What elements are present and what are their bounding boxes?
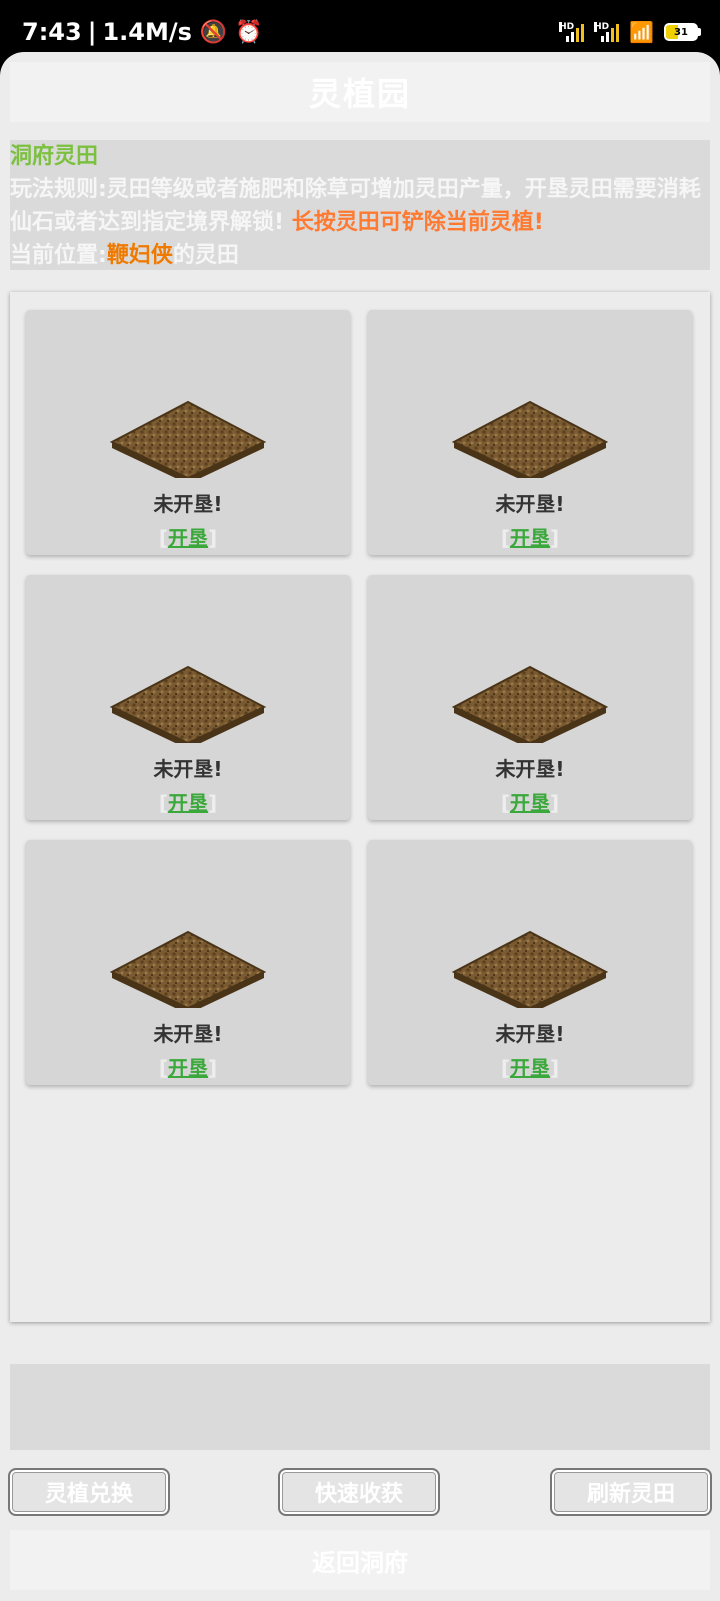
clock: 7:43 xyxy=(22,18,82,46)
plot-status: 未开垦! xyxy=(153,1022,223,1046)
plot-tile[interactable]: 未开垦! [开垦] xyxy=(368,575,692,820)
player-name: 鞭妇侠 xyxy=(106,243,173,268)
signal-icon: HD xyxy=(559,22,585,42)
plot-tile[interactable]: 未开垦! [开垦] xyxy=(368,310,692,555)
exchange-button[interactable]: 灵植兑换 xyxy=(8,1468,170,1516)
plot-action: [开垦] xyxy=(158,1056,218,1080)
soil-icon xyxy=(109,400,267,478)
plot-status: 未开垦! xyxy=(495,757,565,781)
status-left: 7:43 | 1.4M/s 🔕 ⏰ xyxy=(22,18,263,46)
page-title: 灵植园 xyxy=(10,62,710,122)
plot-action: [开垦] xyxy=(500,1056,560,1080)
warning-text: 长按灵田可铲除当前灵植! xyxy=(284,210,544,235)
plot-tile[interactable]: 未开垦! [开垦] xyxy=(368,840,692,1085)
cultivate-link[interactable]: 开垦 xyxy=(510,526,550,550)
plot-action: [开垦] xyxy=(500,791,560,815)
info-panel: 洞府灵田 玩法规则:灵田等级或者施肥和除草可增加灵田产量，开垦灵田需要消耗仙石或… xyxy=(10,140,710,270)
plot-action: [开垦] xyxy=(158,526,218,550)
plot-status: 未开垦! xyxy=(495,1022,565,1046)
plot-action: [开垦] xyxy=(500,526,560,550)
plot-tile[interactable]: 未开垦! [开垦] xyxy=(26,575,350,820)
wifi-icon: 📶 xyxy=(629,20,654,44)
network-speed: 1.4M/s xyxy=(102,18,192,46)
battery-level: 31 xyxy=(674,26,688,38)
plot-action: [开垦] xyxy=(158,791,218,815)
alarm-icon: ⏰ xyxy=(235,19,263,45)
message-strip xyxy=(10,1364,710,1450)
cultivate-link[interactable]: 开垦 xyxy=(168,791,208,815)
plot-status: 未开垦! xyxy=(153,757,223,781)
cultivate-link[interactable]: 开垦 xyxy=(168,526,208,550)
back-button[interactable]: 返回洞府 xyxy=(10,1530,710,1590)
quick-harvest-button[interactable]: 快速收获 xyxy=(278,1468,440,1516)
location-prefix: 当前位置: xyxy=(10,243,107,268)
signal-icon-2: HD xyxy=(594,22,620,42)
plot-status: 未开垦! xyxy=(495,492,565,516)
status-separator: | xyxy=(87,18,97,46)
cultivate-link[interactable]: 开垦 xyxy=(510,791,550,815)
info-heading: 洞府灵田 xyxy=(10,144,99,169)
plot-tile[interactable]: 未开垦! [开垦] xyxy=(26,840,350,1085)
app-screen: 灵植园 洞府灵田 玩法规则:灵田等级或者施肥和除草可增加灵田产量，开垦灵田需要消… xyxy=(0,52,720,1601)
status-right: HD HD 📶 31 xyxy=(559,20,701,44)
cultivate-link[interactable]: 开垦 xyxy=(168,1056,208,1080)
location-suffix: 的灵田 xyxy=(172,243,239,268)
soil-icon xyxy=(451,665,609,743)
refresh-fields-button[interactable]: 刷新灵田 xyxy=(550,1468,712,1516)
soil-icon xyxy=(451,400,609,478)
plot-grid: 未开垦! [开垦] 未开垦! [开垦] 未开垦! [开垦] 未开垦! [开垦] … xyxy=(10,292,710,1322)
notifications-off-icon: 🔕 xyxy=(199,19,228,45)
soil-icon xyxy=(109,665,267,743)
plot-status: 未开垦! xyxy=(153,492,223,516)
plot-tile[interactable]: 未开垦! [开垦] xyxy=(26,310,350,555)
cultivate-link[interactable]: 开垦 xyxy=(510,1056,550,1080)
battery-icon: 31 xyxy=(664,23,701,41)
soil-icon xyxy=(109,930,267,1008)
soil-icon xyxy=(451,930,609,1008)
